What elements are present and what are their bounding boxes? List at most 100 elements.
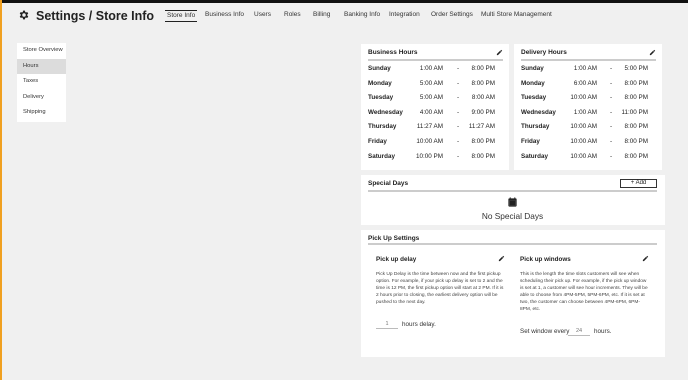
hours-row: Saturday 10:00 PM - 8:00 PM (361, 153, 509, 163)
tab-roles[interactable]: Roles (284, 11, 301, 18)
tab-business-info[interactable]: Business Info (205, 11, 244, 18)
empty-state-text: No Special Days (481, 211, 544, 221)
day-label: Saturday (368, 152, 395, 160)
time-separator: - (609, 108, 613, 116)
tab-billing[interactable]: Billing (313, 11, 330, 18)
divider (368, 190, 657, 192)
hours-row: Monday 6:00 AM - 8:00 PM (514, 80, 662, 90)
day-label: Tuesday (368, 94, 394, 102)
hours-row: Tuesday 10:00 AM - 8:00 PM (514, 94, 662, 104)
tab-users[interactable]: Users (254, 11, 271, 18)
sidebar-item-store-overview[interactable]: Store Overview (17, 43, 66, 59)
page-title: Settings / Store Info (36, 9, 155, 23)
open-time: 10:00 AM (416, 138, 443, 145)
open-time: 10:00 AM (570, 123, 597, 131)
pickup-window-input[interactable] (568, 327, 590, 336)
edit-pencil-icon[interactable] (649, 49, 656, 56)
close-time: 8:00 PM (624, 79, 648, 87)
open-time: 1:00 AM (573, 108, 597, 116)
sidebar-item-shipping[interactable]: Shipping (17, 105, 66, 121)
time-separator: - (609, 138, 613, 145)
tab-banking-info[interactable]: Banking Info (344, 11, 380, 18)
close-time: 8:00 PM (471, 79, 495, 87)
close-time: 8:00 PM (471, 65, 495, 72)
open-time: 4:00 AM (419, 108, 443, 116)
hours-row: Sunday 1:00 AM - 8:00 PM (361, 65, 509, 75)
left-accent-strip (0, 0, 2, 380)
day-label: Tuesday (521, 94, 547, 102)
close-time: 9:00 PM (471, 108, 495, 116)
time-separator: - (456, 138, 460, 145)
time-separator: - (456, 123, 460, 131)
day-label: Wednesday (521, 108, 556, 116)
time-separator: - (609, 65, 613, 72)
day-label: Monday (521, 79, 545, 87)
close-time: 8:00 PM (471, 138, 495, 145)
pickup-delay-input[interactable] (376, 320, 398, 329)
divider (521, 59, 656, 61)
divider (368, 243, 657, 245)
special-days-title: Special Days (368, 180, 409, 187)
day-label: Saturday (521, 152, 548, 160)
time-separator: - (456, 152, 460, 160)
gear-icon (19, 10, 29, 20)
time-separator: - (456, 79, 460, 87)
hours-row: Tuesday 5:00 AM - 8:00 AM (361, 94, 509, 104)
close-time: 11:27 AM (468, 123, 495, 131)
pickup-windows-description: This is the length the time slots custom… (520, 272, 648, 312)
day-label: Friday (368, 138, 387, 145)
header: Settings / Store Info Store Info Busines… (2, 3, 688, 29)
time-separator: - (456, 108, 460, 116)
business-hours-card: Business Hours Sunday 1:00 AM - 8:00 PM Mond… (361, 44, 509, 170)
close-time: 8:00 PM (624, 138, 648, 145)
day-label: Wednesday (368, 108, 403, 116)
hours-row: Thursday 11:27 AM -11:27 AM (361, 123, 509, 133)
edit-pencil-icon[interactable] (496, 49, 503, 56)
time-separator: - (609, 79, 613, 87)
hours-row: Wednesday 1:00 AM -11:00 PM (514, 109, 662, 119)
day-label: Monday (368, 79, 392, 87)
time-separator: - (609, 94, 613, 102)
time-separator: - (609, 123, 613, 131)
sidebar-item-taxes[interactable]: Taxes (17, 74, 66, 90)
tab-multi-store-management[interactable]: Multi Store Management (481, 11, 552, 18)
divider (368, 59, 503, 61)
hours-row: Friday 10:00 AM - 8:00 PM (514, 138, 662, 148)
open-time: 10:00 PM (416, 152, 443, 160)
pickup-delay-title: Pick up delay (376, 256, 417, 263)
sidebar: Store Overview Hours Taxes Delivery Ship… (17, 43, 66, 122)
tab-integration[interactable]: Integration (389, 11, 420, 18)
sidebar-item-hours[interactable]: Hours (17, 58, 66, 75)
pickup-delay-description: Pick Up Delay is the time between now an… (376, 272, 504, 305)
open-time: 10:00 AM (570, 138, 597, 145)
open-time: 1:00 AM (419, 65, 443, 72)
open-time: 6:00 AM (573, 79, 597, 87)
open-time: 10:00 AM (570, 94, 597, 102)
day-label: Sunday (521, 65, 544, 72)
time-separator: - (456, 94, 460, 102)
hours-row: Wednesday 4:00 AM - 9:00 PM (361, 109, 509, 119)
pickup-delay-unit-label: hours delay. (402, 321, 436, 328)
open-time: 1:00 AM (573, 65, 597, 72)
hours-row: Saturday 10:00 AM - 8:00 PM (514, 153, 662, 163)
day-label: Sunday (368, 65, 391, 72)
sidebar-item-delivery[interactable]: Delivery (17, 90, 66, 106)
edit-pencil-icon[interactable] (642, 255, 649, 262)
close-time: 5:00 PM (624, 65, 648, 72)
open-time: 5:00 AM (419, 94, 443, 102)
hours-row: Thursday 10:00 AM - 8:00 PM (514, 123, 662, 133)
hours-row: Friday 10:00 AM - 8:00 PM (361, 138, 509, 148)
tab-order-settings[interactable]: Order Settings (431, 11, 473, 18)
tab-store-info[interactable]: Store Info (165, 10, 198, 22)
day-label: Thursday (368, 123, 397, 131)
close-time: 8:00 PM (624, 152, 648, 160)
delivery-hours-card: Delivery Hours Sunday 1:00 AM - 5:00 PM Mond… (514, 44, 662, 170)
day-label: Friday (521, 138, 540, 145)
pickup-windows-prefix-label: Set window every (520, 328, 570, 335)
edit-pencil-icon[interactable] (498, 255, 505, 262)
close-time: 8:00 PM (471, 152, 495, 160)
add-special-day-button[interactable]: + Add (620, 179, 657, 188)
pickup-windows-title: Pick up windows (520, 256, 571, 263)
hours-row: Monday 5:00 AM - 8:00 PM (361, 80, 509, 90)
business-hours-title: Business Hours (368, 49, 418, 56)
